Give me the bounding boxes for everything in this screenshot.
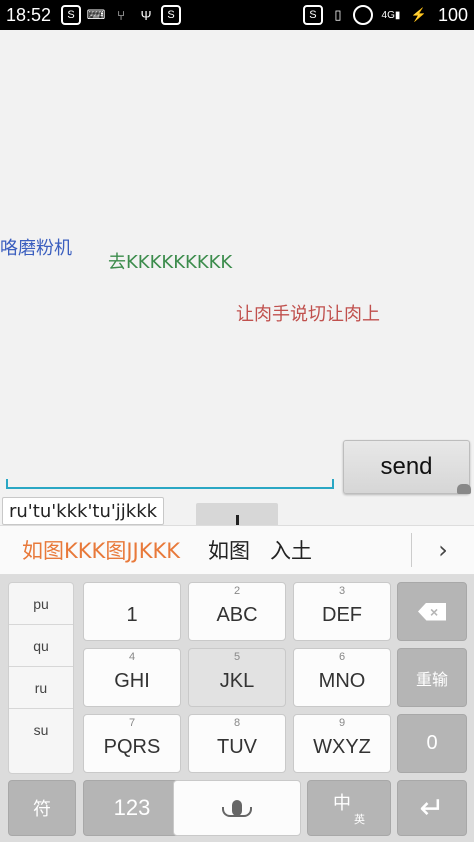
key-label: MNO [318,670,366,692]
chat-message: 去KKKKKKKKK [108,252,233,273]
candidate-bar: 如图KKK图JJKKK 如图 入土 › [0,525,474,575]
key-sub: 8 [233,717,241,729]
usb-share-icon: ⑂ [117,7,125,23]
key-label: WXYZ [313,736,371,758]
key-5[interactable]: 5 JKL [188,648,286,707]
key-sub: 6 [338,651,346,663]
backspace-icon: × [418,602,446,621]
s-icon: S [302,5,323,25]
candidate-item[interactable]: 如图KKK图JJKKK [0,535,198,565]
signal-icon: 4G ▮ [381,9,401,21]
alarm-icon [352,5,373,25]
key-label: GHI [114,670,150,692]
status-bar: 18:52 S ⌨ ⑂ Ψ S S ▯ 4G ▮ ⚡ 100 [0,0,474,30]
key-6[interactable]: 6 MNO [293,648,391,707]
key-sub: 2 [233,585,241,597]
composing-text: ru'tu'kkk'tu'jjkkk [9,500,158,522]
s-icon: S [161,5,182,25]
battery-level: 100 [437,4,468,25]
composing-pinyin: ru'tu'kkk'tu'jjkkk [2,497,165,525]
delete-button[interactable]: × [397,582,467,641]
vibrate-icon: ▯ [334,7,342,22]
charging-icon: ⚡ [410,7,428,22]
pinyin-option[interactable]: ru [9,667,73,709]
reenter-button[interactable]: 重输 [397,648,467,707]
key-sub: 7 [128,717,136,729]
status-time: 18:52 [6,4,52,25]
cursor-handle[interactable] [196,503,278,525]
chat-message: 咯磨粉机 [0,238,72,259]
enter-icon: ↵ [419,791,445,825]
pinyin-option[interactable]: pu [9,583,73,625]
key-9[interactable]: 9 WXYZ [293,714,391,773]
lang-main: 中 [333,793,351,813]
s-icon: S [61,5,82,25]
key-label: ABC [216,604,258,626]
resize-icon [457,484,471,494]
input-underline-right [332,479,334,489]
keyboard-icon: ⌨ [86,7,106,22]
send-button[interactable]: send [343,440,470,494]
symbols-button[interactable]: 符 [8,780,76,836]
chevron-right-icon[interactable]: › [412,536,474,564]
usb-icon: Ψ [140,7,152,23]
key-4[interactable]: 4 GHI [83,648,181,707]
key-label: JKL [219,670,255,692]
chat-message: 让肉手说切让肉上 [236,304,380,325]
key-sub: 5 [233,651,241,663]
key-label: PQRS [103,736,161,758]
chat-area: 咯磨粉机 去KKKKKKKKK 让肉手说切让肉上 send ru'tu'kkk'… [0,30,474,525]
key-sub: 9 [338,717,346,729]
enter-button[interactable]: ↵ [397,780,467,836]
pinyin-option[interactable]: su [9,709,73,750]
lang-sub: 英 [354,814,365,826]
language-switch-button[interactable]: 中 英 [307,780,391,836]
key-2[interactable]: 2 ABC [188,582,286,641]
candidate-item[interactable]: 入土 [260,535,322,565]
key-8[interactable]: 8 TUV [188,714,286,773]
key-sub: 3 [338,585,346,597]
key-label: 1 [126,604,138,626]
key-0[interactable]: 0 [397,714,467,773]
keyboard: pu qu ru su 1 2 ABC 3 DEF × 4 GHI 5 JKL … [0,575,474,842]
network-label: 4G [381,9,395,21]
input-underline [6,487,334,489]
key-7[interactable]: 7 PQRS [83,714,181,773]
candidate-item[interactable]: 如图 [198,535,260,565]
key-label: TUV [217,736,257,758]
pinyin-list[interactable]: pu qu ru su [8,582,74,774]
input-underline-left [6,479,8,489]
space-button[interactable] [173,780,301,836]
key-1[interactable]: 1 [83,582,181,641]
key-3[interactable]: 3 DEF [293,582,391,641]
key-label: DEF [322,604,362,626]
pinyin-option[interactable]: qu [9,625,73,667]
numbers-button[interactable]: 123 [83,780,181,836]
message-input[interactable] [6,450,334,490]
microphone-base [222,807,252,817]
key-sub: 4 [128,651,136,663]
